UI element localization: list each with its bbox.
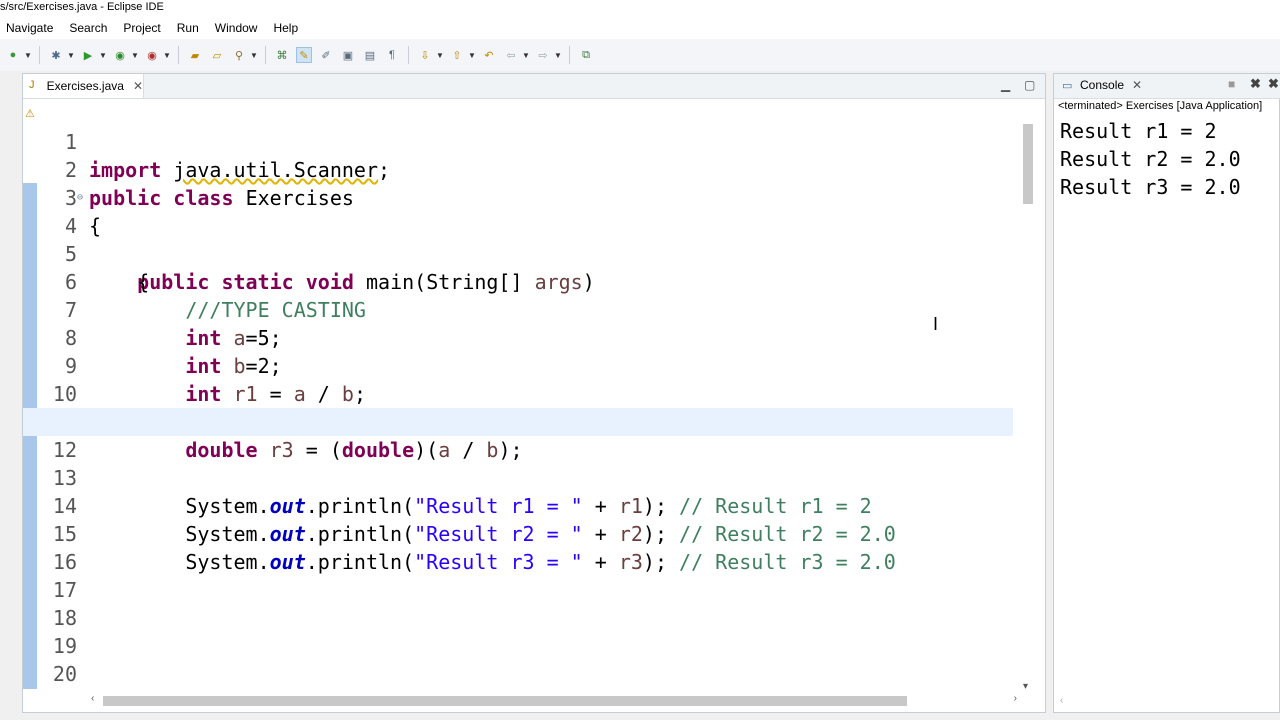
coverage-dropdown-icon[interactable]: ▼ [131,47,139,63]
toolbar-separator [569,46,570,64]
next-annotation-icon[interactable]: ⇩ [417,47,433,63]
console-output-line: Result r3 = 2.0 [1060,175,1241,199]
remove-all-launches-icon[interactable]: ✖ [1268,76,1279,92]
external-tools-icon[interactable]: ◉ [144,47,160,63]
scroll-down-icon[interactable]: ▾ [1023,681,1028,692]
vertical-scroll-thumb[interactable] [1023,124,1033,204]
console-icon: ▭ [1062,79,1073,92]
code-line: 4 ⊖ public static void main(String[] arg… [23,184,1023,294]
code-line: 13 System.out.println("Result r1 = " + r… [23,436,1023,518]
word-wrap-icon[interactable]: ▣ [340,47,356,63]
close-icon[interactable]: ✕ [1132,78,1142,92]
menu-bar: Navigate Search Project Run Window Help [0,16,1280,39]
toolbar-separator [408,46,409,64]
tab-exercises-java[interactable]: J Exercises.java ✕ [23,74,144,98]
menu-navigate[interactable]: Navigate [0,21,61,35]
search-dropdown-icon[interactable]: ▼ [250,47,258,63]
menu-search[interactable]: Search [61,21,115,35]
next-annotation-dropdown-icon[interactable]: ▼ [436,47,444,63]
console-tab-strip: ▭ Console ✕ ■ ✖ ✖ [1054,74,1280,99]
block-selection-icon[interactable]: ✐ [318,47,334,63]
search-icon[interactable]: ⚲ [231,47,247,63]
tab-console[interactable]: ▭ Console ✕ [1062,78,1142,92]
previous-annotation-dropdown-icon[interactable]: ▼ [468,47,476,63]
toggle-breadcrumb-icon[interactable]: ⌘ [274,47,290,63]
forward-icon[interactable]: ⇨ [535,47,551,63]
previous-annotation-icon[interactable]: ⇧ [449,47,465,63]
code-line: 1 import java.util.Scanner; [23,100,1023,182]
toolbar-separator [265,46,266,64]
minimize-icon[interactable]: ▁ [1001,78,1010,92]
code-line: 2 public class Exercises [23,128,1023,210]
code-line: 15 System.out.println("Result r3 = " + r… [23,492,1023,574]
terminate-icon[interactable]: ■ [1228,77,1235,91]
fold-toggle-icon[interactable]: ⊖ [77,184,83,212]
show-whitespace-icon[interactable]: ▤ [362,47,378,63]
new-icon[interactable]: ● [5,47,21,63]
toolbar-separator [39,46,40,64]
console-view: ▭ Console ✕ ■ ✖ ✖ <terminated> Exercises… [1053,73,1280,713]
forward-dropdown-icon[interactable]: ▼ [554,47,562,63]
scroll-left-icon[interactable]: ‹ [1060,695,1063,706]
editor-tab-strip: J Exercises.java ✕ ▁ ▢ [23,74,1045,99]
debug-icon[interactable]: ✱ [48,47,64,63]
menu-help[interactable]: Help [265,21,306,35]
code-line: 21 [23,660,1023,688]
menu-project[interactable]: Project [115,21,168,35]
java-file-icon: J [29,79,35,91]
code-line: 17 [23,548,1023,602]
maximize-icon[interactable]: ▢ [1024,78,1035,92]
pilcrow-icon[interactable]: ¶ [384,47,400,63]
coverage-icon[interactable]: ◉ [112,47,128,63]
new-dropdown-icon[interactable]: ▼ [24,47,32,63]
code-line: 20 [23,632,1023,686]
horizontal-scroll-thumb[interactable] [103,696,907,706]
run-icon[interactable]: ▶ [80,47,96,63]
console-status: <terminated> Exercises [Java Application… [1058,100,1263,112]
code-line: 5 { [23,212,1023,294]
code-line: 11 double r3 = (double)(a / b); [23,380,1023,462]
toolbar-separator [178,46,179,64]
open-task-icon[interactable]: ▱ [209,47,225,63]
console-output-line: Result r1 = 2 [1060,119,1217,143]
line-number: 21 [37,688,77,689]
mouse-ibeam-cursor-icon: I [933,314,939,334]
mark-occurrences-icon[interactable]: ✎ [296,47,312,63]
code-line: 7 int a=5; [23,268,1023,350]
code-line: 16 [23,520,1023,574]
debug-dropdown-icon[interactable]: ▼ [67,47,75,63]
remove-launch-icon[interactable]: ✖ [1250,76,1261,92]
console-tab-label: Console [1080,78,1125,92]
code-line: 18 [23,576,1023,630]
open-type-icon[interactable]: ▰ [187,47,203,63]
java-editor: J Exercises.java ✕ ▁ ▢ ⚠ 1 import java.u… [22,73,1046,713]
code-line: 6 ///TYPE CASTING [23,240,1023,322]
tab-label: Exercises.java [46,79,124,93]
scroll-right-icon[interactable]: › [1014,693,1017,704]
code-line: 10 double r2 = a / b; [23,352,1023,434]
menu-window[interactable]: Window [207,21,266,35]
code-line: 19 [23,604,1023,658]
scroll-left-icon[interactable]: ‹ [91,693,94,704]
window-title: s/src/Exercises.java - Eclipse IDE [0,0,1280,16]
current-line: 12 [23,408,1013,462]
main-toolbar: ● ▼ ✱ ▼ ▶ ▼ ◉ ▼ ◉ ▼ ▰ ▱ ⚲ ▼ ⌘ ✎ ✐ ▣ ▤ ¶ … [0,39,1280,71]
run-dropdown-icon[interactable]: ▼ [99,47,107,63]
code-line: 9 int r1 = a / b; [23,324,1023,406]
open-perspective-icon[interactable]: ⧉ [578,47,594,63]
code-line: 14 System.out.println("Result r2 = " + r… [23,464,1023,546]
back-dropdown-icon[interactable]: ▼ [522,47,530,63]
horizontal-scrollbar[interactable]: ‹ › [91,692,1019,708]
console-output-line: Result r2 = 2.0 [1060,147,1241,171]
code-line: 8 int b=2; [23,296,1023,378]
code-area[interactable]: 1 import java.util.Scanner; 2 public cla… [23,99,1045,689]
back-icon[interactable]: ⇦ [503,47,519,63]
last-edit-icon[interactable]: ↶ [481,47,497,63]
menu-run[interactable]: Run [169,21,207,35]
vertical-scrollbar[interactable]: ▾ [1019,118,1035,694]
code-line: 3 { [23,156,1023,238]
close-icon[interactable]: ✕ [133,79,143,93]
external-tools-dropdown-icon[interactable]: ▼ [163,47,171,63]
